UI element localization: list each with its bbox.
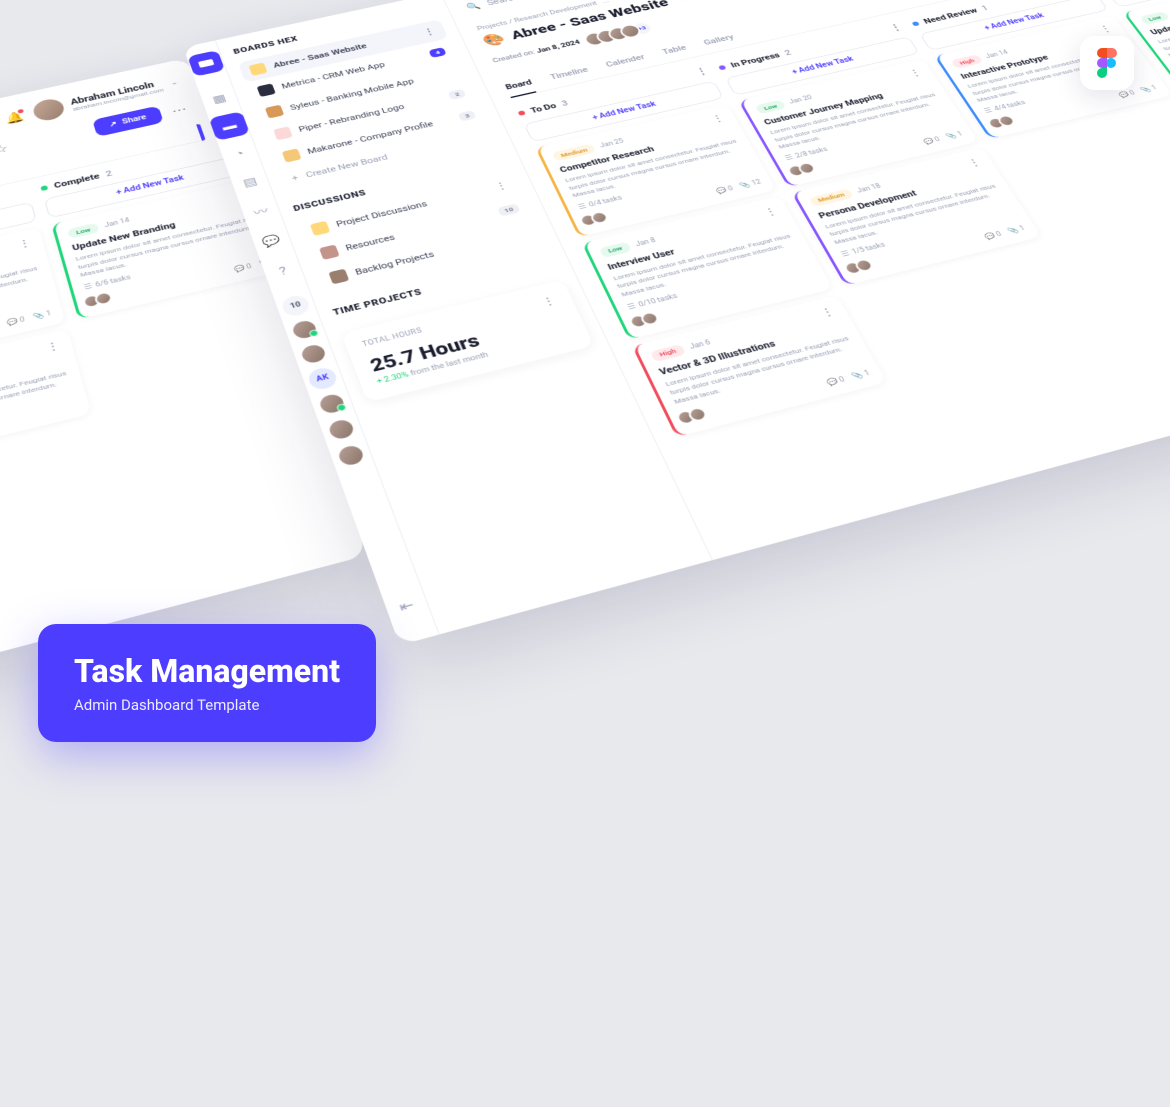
- chevron-down-icon: ⌄: [169, 78, 179, 86]
- col-more-icon[interactable]: ⋮: [693, 66, 710, 78]
- avatar: [31, 97, 66, 123]
- sidebar-avatar[interactable]: [334, 442, 368, 470]
- app-logo[interactable]: [187, 50, 225, 77]
- sidebar-avatar-initials[interactable]: AK: [306, 366, 339, 392]
- sidebar-avatar[interactable]: [315, 391, 349, 418]
- task-card[interactable]: MediumJan 10⋮ Marketing Materials Lorem …: [0, 329, 91, 470]
- sidebar-avatar[interactable]: [324, 416, 358, 443]
- time-more-icon[interactable]: ⋮: [540, 295, 559, 310]
- figma-badge: [1080, 36, 1134, 90]
- card-more-icon[interactable]: ⋮: [16, 237, 33, 251]
- sidebar-avatar[interactable]: [288, 317, 320, 342]
- promo-banner: Task Management Admin Dashboard Template: [38, 624, 376, 742]
- tab-table[interactable]: Table: [658, 38, 692, 62]
- bell-icon[interactable]: 🔔: [5, 110, 25, 125]
- sidebar-avatar[interactable]: [297, 341, 330, 367]
- tab-board[interactable]: Board: [501, 72, 536, 98]
- edit-icon[interactable]: ✎: [672, 0, 686, 4]
- share-button[interactable]: ↗ Share: [92, 106, 164, 137]
- tab-calendar[interactable]: Calender: [602, 47, 650, 75]
- tab-timeline[interactable]: Timeline: [546, 60, 593, 88]
- tab-gallery[interactable]: Gallery: [699, 28, 739, 54]
- promo-subtitle: Admin Dashboard Template: [74, 696, 340, 714]
- more-icon[interactable]: ⋯: [169, 103, 189, 118]
- star-icon[interactable]: ☆: [0, 142, 11, 157]
- board-more-icon[interactable]: ⋮: [421, 26, 437, 38]
- promo-title: Task Management: [74, 652, 340, 690]
- sidebar-count-badge: 10: [280, 293, 312, 318]
